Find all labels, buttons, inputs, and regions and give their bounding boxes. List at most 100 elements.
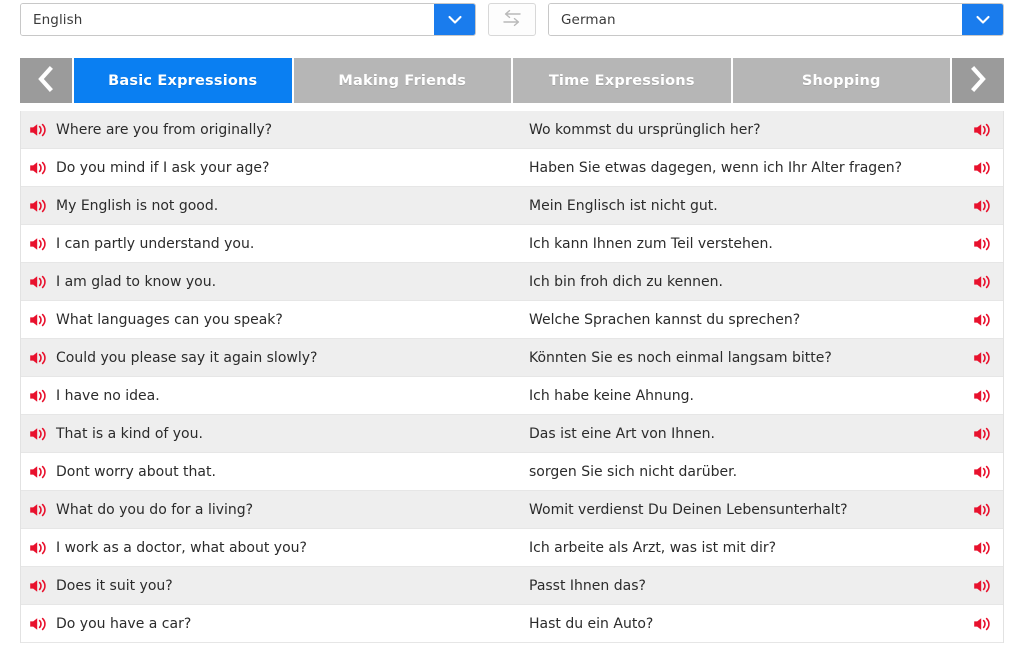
speaker-audio-icon[interactable] [29,160,49,176]
source-phrase-text: What languages can you speak? [56,313,283,327]
target-phrase-text: Könnten Sie es noch einmal langsam bitte… [521,351,832,365]
speaker-audio-icon[interactable] [973,350,993,366]
speaker-audio-icon[interactable] [29,312,49,328]
phrase-row[interactable]: What do you do for a living? Womit verdie… [21,491,1003,529]
chevron-down-icon[interactable] [434,4,475,35]
target-phrase-text: Passt Ihnen das? [521,579,646,593]
target-phrase-text: Welche Sprachen kannst du sprechen? [521,313,800,327]
speaker-audio-icon[interactable] [29,426,49,442]
speaker-audio-icon[interactable] [29,350,49,366]
source-phrase-cell: Dont worry about that. [21,464,521,480]
tab-basic-expressions[interactable]: Basic Expressions [74,58,292,103]
speaker-audio-icon[interactable] [973,578,993,594]
tab-label: Making Friends [338,73,466,89]
speaker-audio-icon[interactable] [973,160,993,176]
speaker-audio-icon[interactable] [973,274,993,290]
phrase-row[interactable]: Could you please say it again slowly? Kön… [21,339,1003,377]
speaker-audio-icon[interactable] [973,236,993,252]
target-phrase-text: Das ist eine Art von Ihnen. [521,427,715,441]
speaker-audio-icon[interactable] [973,312,993,328]
phrase-row[interactable]: I have no idea.Ich habe keine Ahnung. [21,377,1003,415]
speaker-audio-icon[interactable] [29,122,49,138]
speaker-audio-icon[interactable] [973,198,993,214]
target-phrase-text: Ich habe keine Ahnung. [521,389,694,403]
speaker-audio-icon[interactable] [29,464,49,480]
phrase-row[interactable]: Do you mind if I ask your age? Haben Sie … [21,149,1003,187]
source-phrase-cell: I work as a doctor, what about you? [21,540,521,556]
phrasebook-page: English German [0,0,1024,657]
source-phrase-cell: I have no idea. [21,388,521,404]
speaker-audio-icon[interactable] [973,502,993,518]
source-phrase-cell: Where are you from originally? [21,122,521,138]
source-phrase-text: That is a kind of you. [56,427,203,441]
speaker-audio-icon[interactable] [973,122,993,138]
source-phrase-text: My English is not good. [56,199,218,213]
phrase-row[interactable]: I can partly understand you.Ich kann Ihn… [21,225,1003,263]
source-phrase-cell: What languages can you speak? [21,312,521,328]
target-phrase-cell: Ich arbeite als Arzt, was ist mit dir? [521,540,1003,556]
speaker-audio-icon[interactable] [29,540,49,556]
speaker-audio-icon[interactable] [973,616,993,632]
source-phrase-cell: Do you mind if I ask your age? [21,160,521,176]
target-language-select[interactable]: German [548,3,1004,36]
chevron-right-icon [965,64,991,98]
source-phrase-cell: That is a kind of you. [21,426,521,442]
source-phrase-cell: Does it suit you? [21,578,521,594]
target-phrase-cell: Haben Sie etwas dagegen, wenn ich Ihr Al… [521,160,1003,176]
phrase-row[interactable]: I am glad to know you.Ich bin froh dich … [21,263,1003,301]
speaker-audio-icon[interactable] [29,274,49,290]
swap-languages-button[interactable] [488,3,536,36]
phrase-row[interactable]: Where are you from originally?Wo kommst … [21,111,1003,149]
tabs-next-button[interactable] [952,58,1004,103]
speaker-audio-icon[interactable] [29,388,49,404]
phrase-row[interactable]: Dont worry about that. sorgen Sie sich ni… [21,453,1003,491]
target-phrase-cell: Womit verdienst Du Deinen Lebensunterhal… [521,502,1003,518]
speaker-audio-icon[interactable] [973,464,993,480]
target-phrase-cell: Mein Englisch ist nicht gut. [521,198,1003,214]
chevron-down-icon[interactable] [962,4,1003,35]
target-language-value[interactable]: German [549,4,962,35]
target-phrase-text: Ich arbeite als Arzt, was ist mit dir? [521,541,776,555]
phrase-row[interactable]: My English is not good. Mein Englisch ist… [21,187,1003,225]
source-phrase-text: I am glad to know you. [56,275,216,289]
target-phrase-text: Mein Englisch ist nicht gut. [521,199,718,213]
speaker-audio-icon[interactable] [29,616,49,632]
source-phrase-cell: Could you please say it again slowly? [21,350,521,366]
source-language-select[interactable]: English [20,3,476,36]
tab-shopping[interactable]: Shopping [733,58,951,103]
source-phrase-cell: My English is not good. [21,198,521,214]
speaker-audio-icon[interactable] [973,540,993,556]
source-phrase-text: Dont worry about that. [56,465,216,479]
phrase-row[interactable]: That is a kind of you. Das ist eine Art v… [21,415,1003,453]
target-phrase-cell: Hast du ein Auto? [521,616,1003,632]
phrase-row[interactable]: What languages can you speak? Welche Spra… [21,301,1003,339]
target-phrase-cell: Ich habe keine Ahnung. [521,388,1003,404]
speaker-audio-icon[interactable] [29,502,49,518]
category-tab-strip: Basic Expressions Making Friends Time Ex… [20,58,1004,103]
source-phrase-text: Could you please say it again slowly? [56,351,317,365]
speaker-audio-icon[interactable] [29,198,49,214]
tab-time-expressions[interactable]: Time Expressions [513,58,731,103]
speaker-audio-icon[interactable] [29,236,49,252]
source-phrase-cell: Do you have a car? [21,616,521,632]
source-phrase-text: What do you do for a living? [56,503,253,517]
phrase-row[interactable]: I work as a doctor, what about you?Ich a… [21,529,1003,567]
source-phrase-text: Do you have a car? [56,617,191,631]
tab-label: Basic Expressions [108,73,257,89]
tabs-prev-button[interactable] [20,58,72,103]
phrase-row[interactable]: Do you have a car? Hast du ein Auto? [21,605,1003,643]
phrase-row[interactable]: Does it suit you?Passt Ihnen das? [21,567,1003,605]
tab-making-friends[interactable]: Making Friends [294,58,512,103]
target-phrase-cell: Ich kann Ihnen zum Teil verstehen. [521,236,1003,252]
speaker-audio-icon[interactable] [973,388,993,404]
tab-label: Shopping [802,73,881,89]
source-phrase-cell: I am glad to know you. [21,274,521,290]
source-language-value[interactable]: English [21,4,434,35]
speaker-audio-icon[interactable] [973,426,993,442]
source-phrase-text: Do you mind if I ask your age? [56,161,269,175]
target-phrase-text: sorgen Sie sich nicht darüber. [521,465,737,479]
speaker-audio-icon[interactable] [29,578,49,594]
source-phrase-text: Where are you from originally? [56,123,272,137]
source-phrase-cell: I can partly understand you. [21,236,521,252]
target-phrase-text: Ich kann Ihnen zum Teil verstehen. [521,237,773,251]
